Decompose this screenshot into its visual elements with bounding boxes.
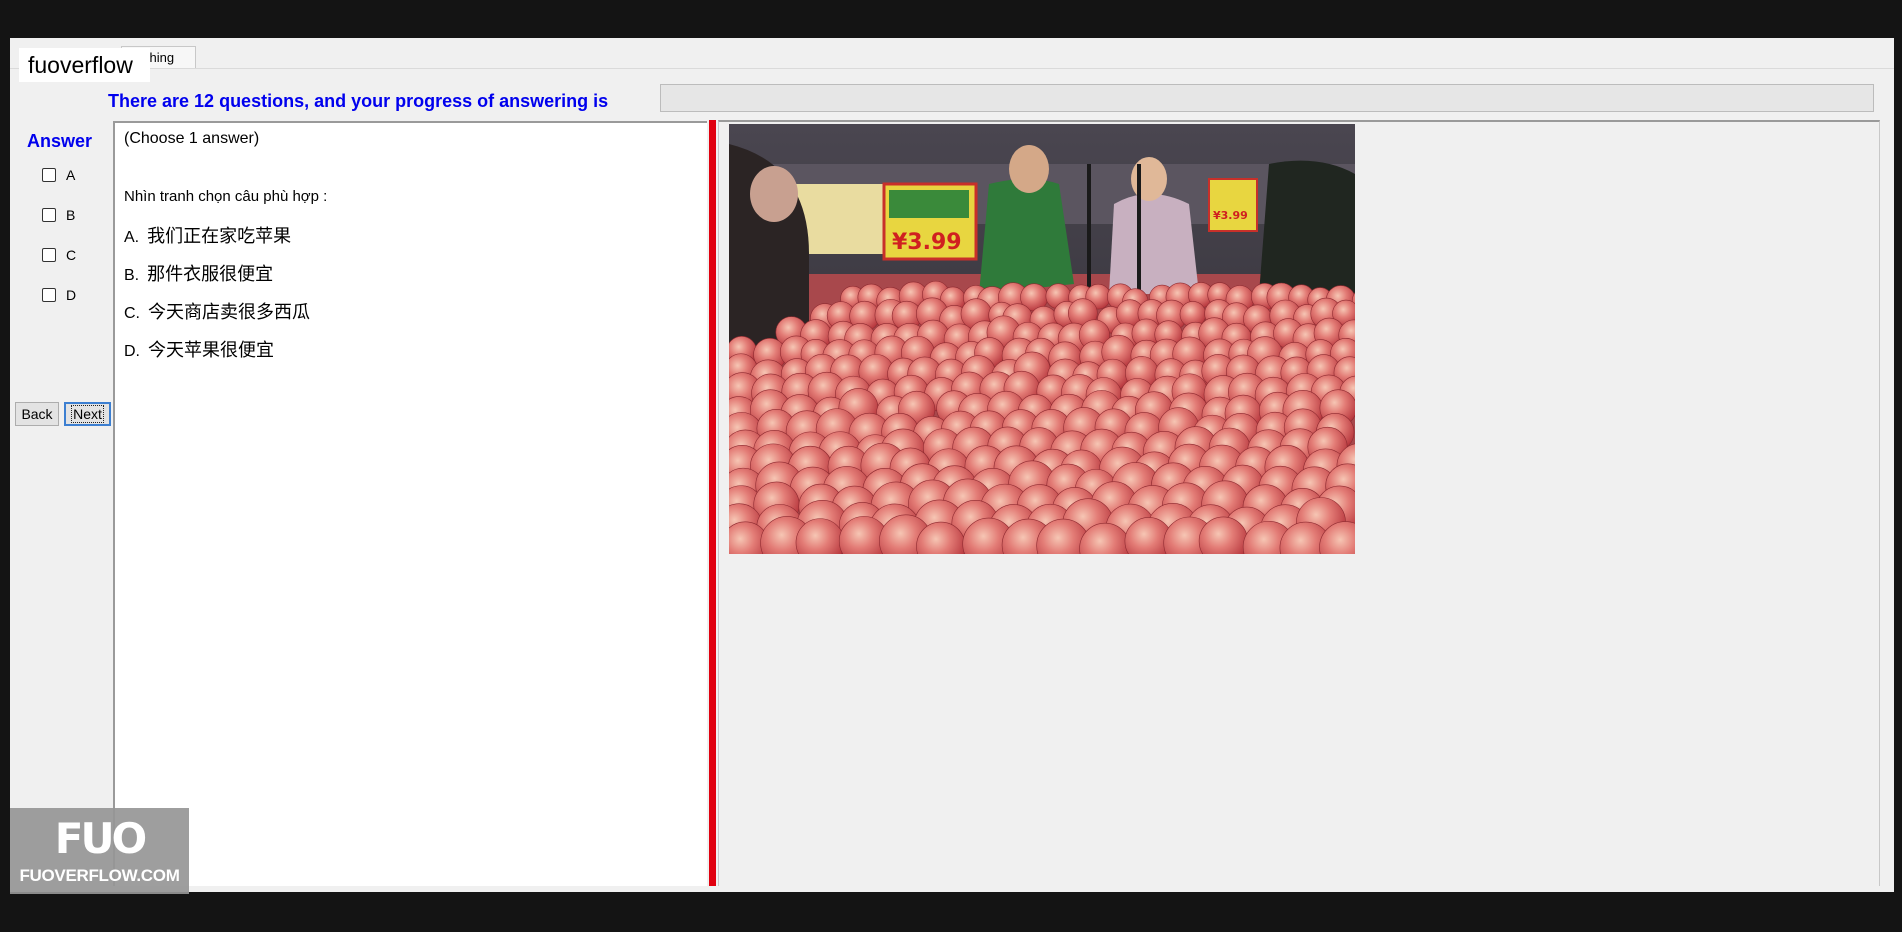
answer-option-label: B [66,207,76,223]
choice-text: 我们正在家吃苹果 [147,226,292,246]
choice-letter: C. [124,305,140,322]
price-sign-right: ¥3.99 [1213,209,1248,222]
fuoverflow-watermark: FUO FUOVERFLOW.COM [10,808,189,894]
fuo-logo: FUO [54,814,148,863]
choice-letter: A. [124,229,140,246]
choice-letter: B. [124,267,140,284]
answer-option-label: C [66,247,77,263]
answer-option-d[interactable]: D [42,285,76,305]
checkbox-c[interactable] [42,248,56,262]
question-choice-b: B. 那件衣服很便宜 [124,260,273,286]
watermark-site: FUOVERFLOW.COM [19,866,180,885]
exam-window: ching fuoverflow There are 12 questions,… [10,38,1894,892]
progress-label: There are 12 questions, and your progres… [108,91,609,111]
choice-letter: D. [124,343,140,360]
answer-option-label: D [66,287,77,303]
choice-text: 今天苹果很便宜 [148,340,274,360]
question-panel: (Choose 1 answer) Nhìn tranh chọn câu ph… [113,121,707,886]
question-choice-c: C. 今天商店卖很多西瓜 [124,298,310,324]
panel-splitter[interactable] [709,120,716,886]
image-panel: ¥3.99 ¥3.99 [718,120,1880,886]
next-button[interactable]: Next [64,402,111,426]
question-prompt: Nhìn tranh chọn câu phù hợp : [124,188,328,205]
price-sign-main: ¥3.99 [892,230,962,255]
tab-strip-divider [10,68,1894,69]
brand-label: fuoverflow [19,48,150,82]
answer-option-b[interactable]: B [42,205,75,225]
answer-option-c[interactable]: C [42,245,76,265]
answer-option-label: A [66,167,76,183]
question-photo: ¥3.99 ¥3.99 [729,124,1355,554]
question-instruction: (Choose 1 answer) [124,130,260,147]
progress-bar [660,84,1874,112]
answer-title: Answer [27,131,93,151]
choice-text: 那件衣服很便宜 [147,264,274,284]
checkbox-a[interactable] [42,168,56,182]
checkbox-b[interactable] [42,208,56,222]
checkbox-d[interactable] [42,288,56,302]
choice-text: 今天商店卖很多西瓜 [148,302,310,322]
answer-option-a[interactable]: A [42,165,75,185]
back-button[interactable]: Back [15,402,59,426]
question-choice-d: D. 今天苹果很便宜 [124,336,274,362]
question-choice-a: A. 我们正在家吃苹果 [124,222,291,248]
